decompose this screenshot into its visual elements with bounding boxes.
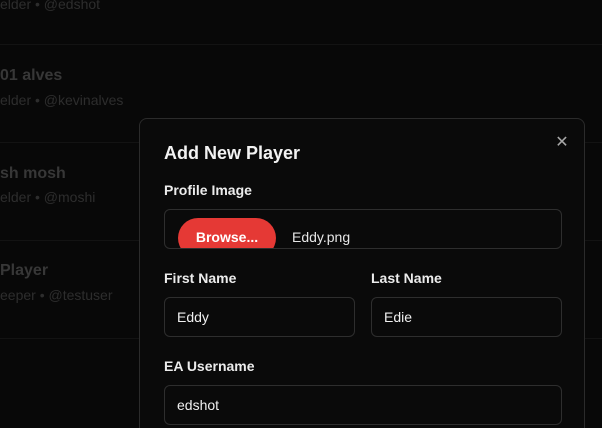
profile-image-label: Profile Image <box>164 182 252 198</box>
close-icon[interactable]: ✕ <box>552 133 572 153</box>
ea-username-label: EA Username <box>164 358 255 374</box>
selected-file-name: Eddy.png <box>292 229 351 245</box>
ea-username-input[interactable]: edshot <box>164 385 562 425</box>
modal-title: Add New Player <box>164 143 301 163</box>
last-name-label: Last Name <box>371 270 442 286</box>
profile-image-field[interactable]: Browse... Eddy.png <box>164 209 562 249</box>
last-name-input[interactable]: Edie <box>371 297 562 337</box>
page: elder • @edshot 01 alves elder • @kevina… <box>0 0 602 428</box>
browse-button[interactable]: Browse... <box>178 218 276 248</box>
add-player-modal: Add New Player ✕ Profile Image Browse...… <box>139 118 585 428</box>
first-name-label: First Name <box>164 270 237 286</box>
first-name-input[interactable]: Eddy <box>164 297 355 337</box>
